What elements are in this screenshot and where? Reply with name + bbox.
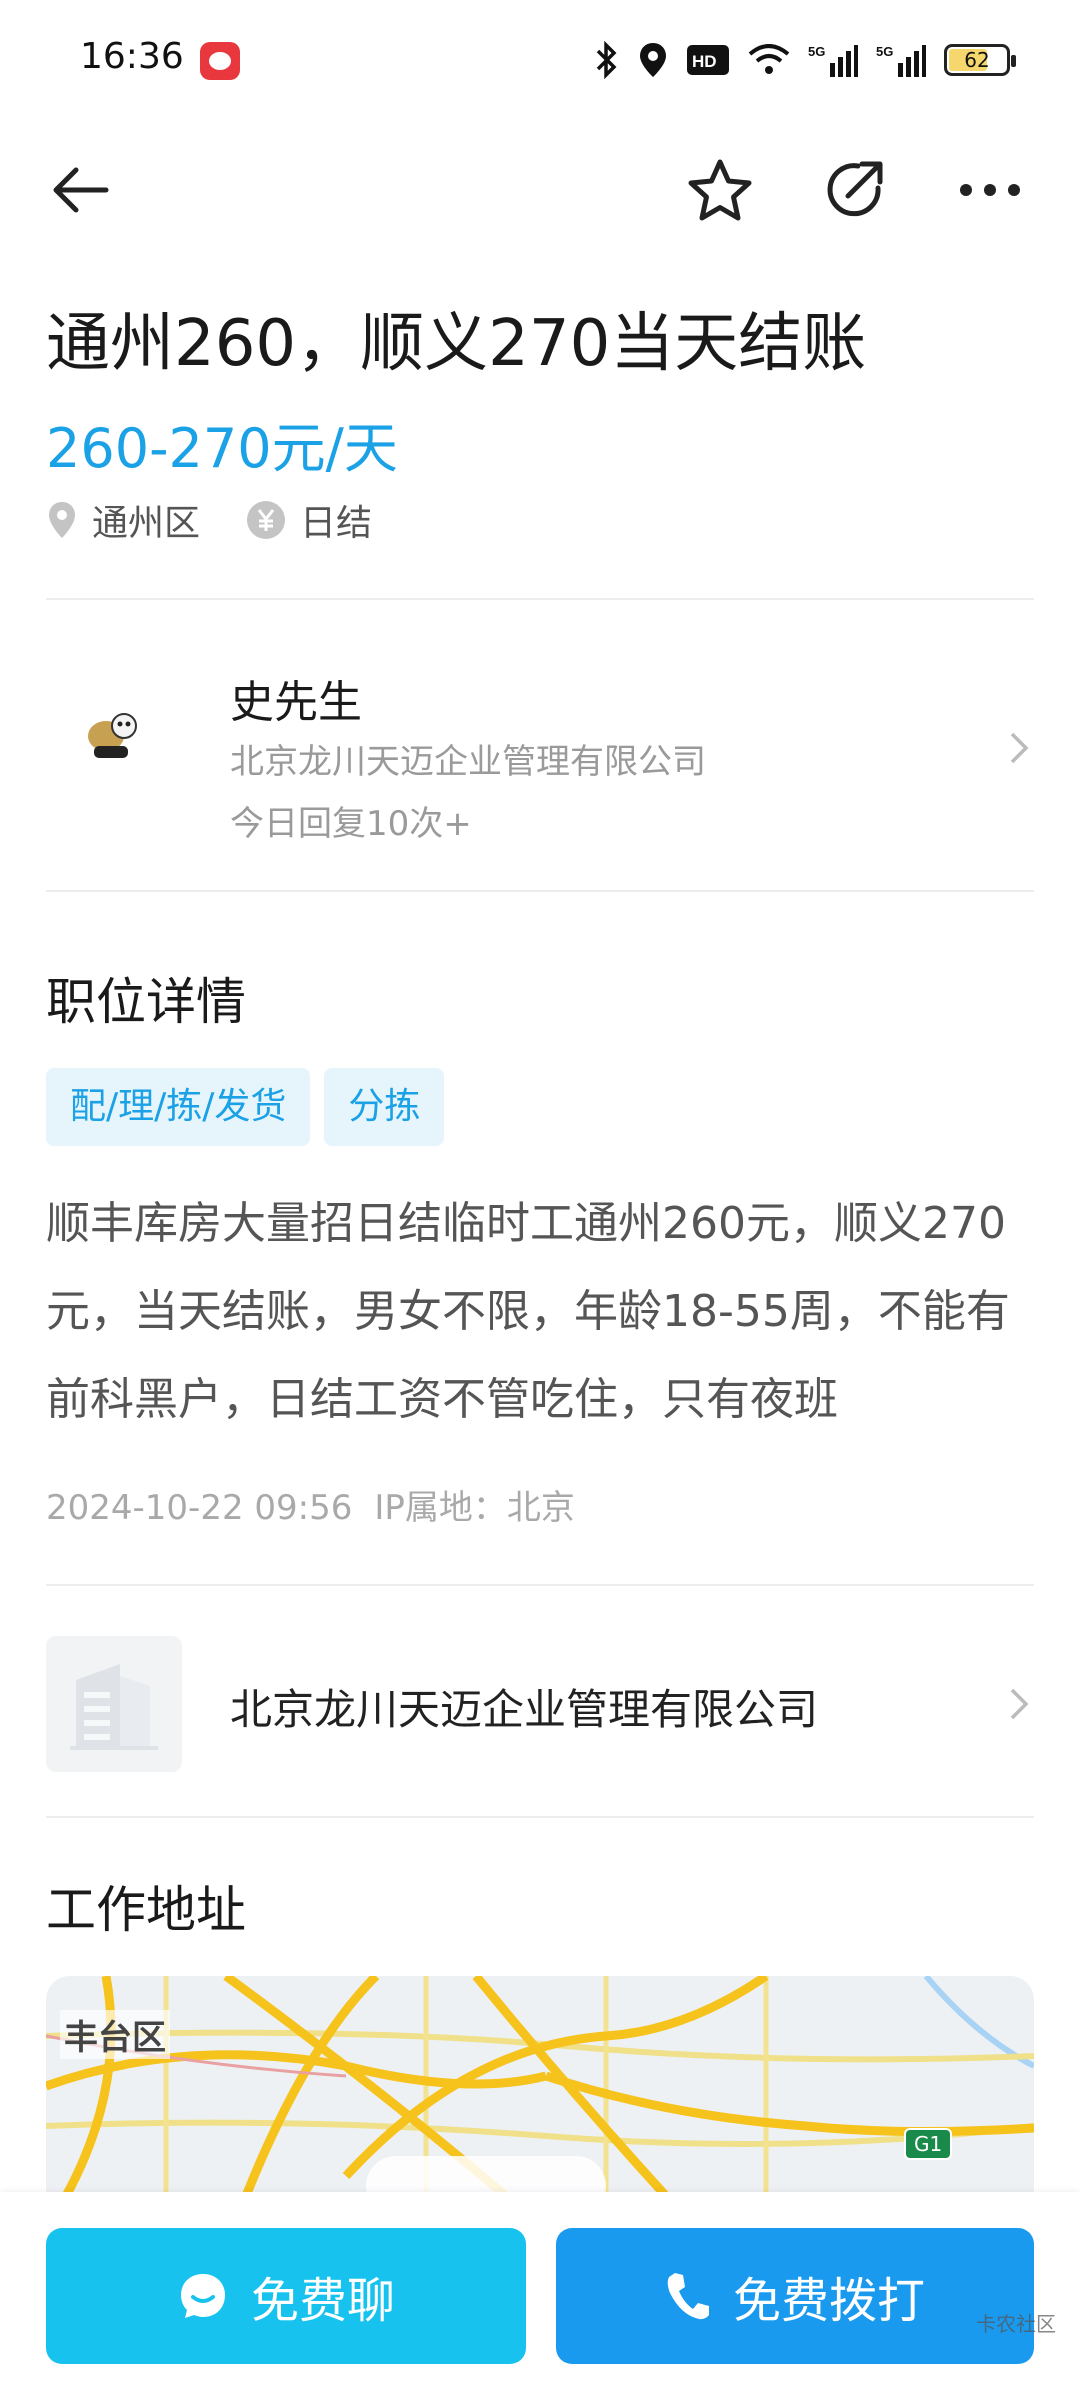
road-badge: G1 (904, 2128, 953, 2160)
map-district-label: 丰台区 (60, 2010, 170, 2059)
svg-text:5G: 5G (808, 44, 825, 59)
avatar (88, 713, 137, 758)
chat-button-label: 免费聊 (250, 2273, 395, 2329)
post-info: 2024-10-22 09:56 IP属地：北京 (46, 1480, 575, 1529)
share-icon (827, 161, 883, 217)
call-button[interactable]: 免费拨打 (556, 2228, 1034, 2364)
status-icons: HD 5G 5G 62 (594, 38, 1016, 82)
5g-signal-icon: 5G (808, 44, 858, 77)
job-title: 通州260，顺义270当天结账 (46, 307, 867, 381)
app-notification-icon (200, 42, 240, 80)
divider (46, 1816, 1034, 1818)
job-tags: 配/理/拣/发货 分拣 (46, 1068, 445, 1146)
svg-text:HD: HD (692, 52, 717, 71)
divider (46, 1584, 1034, 1586)
arrow-left-icon (53, 167, 109, 213)
poster-reply-count: 今日回复10次+ (230, 804, 472, 844)
chat-button[interactable]: 免费聊 (46, 2228, 526, 2364)
more-button[interactable] (940, 140, 1040, 240)
favorite-button[interactable] (670, 140, 770, 240)
poster-company: 北京龙川天迈企业管理有限公司 (230, 742, 706, 782)
divider (46, 598, 1034, 600)
back-button[interactable] (30, 140, 130, 240)
hd-icon: HD (687, 45, 729, 75)
chat-bubble-icon (180, 2274, 225, 2318)
call-button-label: 免费拨打 (732, 2273, 925, 2329)
job-meta: 通州区 日结 (46, 494, 372, 546)
top-nav (0, 140, 1080, 240)
poster-name: 史先生 (230, 677, 362, 728)
star-icon (688, 159, 752, 221)
job-tag: 配/理/拣/发货 (46, 1068, 311, 1146)
company-name: 北京龙川天迈企业管理有限公司 (230, 1685, 819, 1734)
battery-icon: 62 (944, 44, 1016, 76)
bluetooth-icon (596, 41, 617, 79)
section-title-details: 职位详情 (46, 973, 246, 1031)
job-description: 顺丰库房大量招日结临时工通州260元，顺义270元，当天结账，男女不限，年龄18… (46, 1198, 1010, 1425)
watermark-logo: 卡农社区 (976, 2312, 1056, 2336)
section-title-address: 工作地址 (46, 1881, 246, 1939)
yuan-coin-icon (247, 501, 286, 539)
job-location: 通州区 (92, 503, 201, 544)
location-icon (640, 43, 666, 77)
svg-text:5G: 5G (876, 44, 893, 59)
company-row[interactable]: 北京龙川天迈企业管理有限公司 (0, 1590, 1080, 1816)
location-pin-icon (49, 502, 75, 538)
share-button[interactable] (806, 140, 906, 240)
divider (46, 890, 1034, 892)
bottom-action-bar: 免费聊 免费拨打 卡农社区 (0, 2192, 1080, 2400)
wifi-icon (748, 44, 790, 74)
5g-signal-icon: 5G (876, 44, 926, 77)
chevron-right-icon (1010, 732, 1029, 764)
ip-location: IP属地：北京 (374, 1488, 575, 1528)
chevron-right-icon (1010, 1688, 1029, 1720)
job-salary: 260-270元/天 (46, 417, 398, 480)
status-time: 16:36 (80, 36, 184, 77)
job-settlement: 日结 (300, 503, 373, 544)
company-logo (46, 1636, 182, 1772)
battery-level: 62 (964, 48, 990, 72)
more-icon (960, 184, 1020, 196)
building-icon (70, 1664, 158, 1750)
map-roads (46, 1976, 1034, 2196)
post-time: 2024-10-22 09:56 (46, 1488, 353, 1528)
poster-card[interactable]: 史先生 北京龙川天迈企业管理有限公司 今日回复10次+ (0, 604, 1080, 898)
job-tag: 分拣 (324, 1068, 445, 1146)
phone-icon (667, 2273, 709, 2320)
status-bar: 16:36 HD 5G 5G 62 (0, 0, 1080, 120)
address-map[interactable]: 丰台区 G1 (46, 1976, 1034, 2196)
